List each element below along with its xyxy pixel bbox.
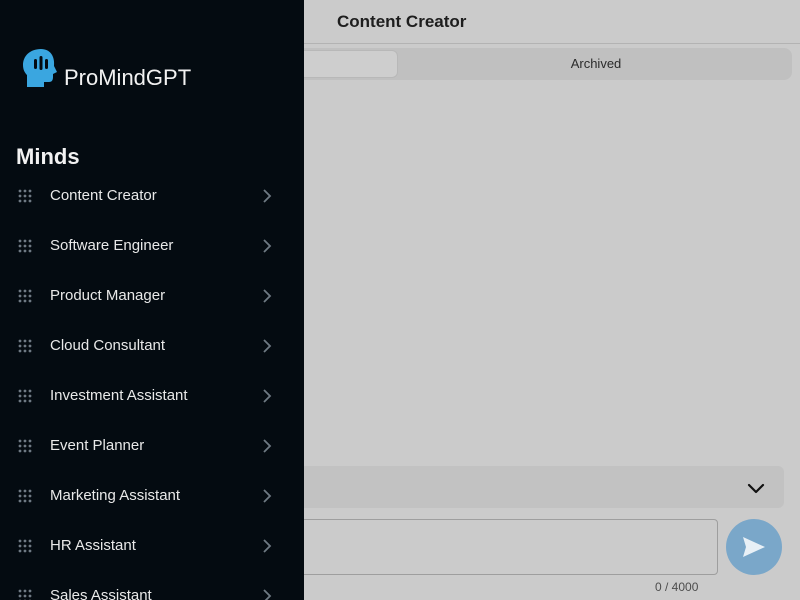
sidebar-item-investment-assistant[interactable]: Investment Assistant bbox=[0, 371, 304, 421]
grip-icon bbox=[18, 389, 32, 403]
sidebar-item-label: Investment Assistant bbox=[50, 387, 188, 404]
sidebar-item-hr-assistant[interactable]: HR Assistant bbox=[0, 521, 304, 571]
character-counter: 0 / 4000 bbox=[655, 580, 699, 594]
sidebar-item-label: HR Assistant bbox=[50, 537, 136, 554]
grip-icon bbox=[18, 589, 32, 600]
chevron-right-icon bbox=[263, 489, 272, 503]
grip-icon bbox=[18, 539, 32, 553]
chevron-right-icon bbox=[263, 289, 272, 303]
tab-active[interactable] bbox=[296, 50, 398, 78]
prompt-dropdown[interactable] bbox=[290, 466, 784, 508]
sidebar-item-cloud-consultant[interactable]: Cloud Consultant bbox=[0, 321, 304, 371]
send-button[interactable] bbox=[726, 519, 782, 575]
sidebar-item-event-planner[interactable]: Event Planner bbox=[0, 421, 304, 471]
sidebar-item-marketing-assistant[interactable]: Marketing Assistant bbox=[0, 471, 304, 521]
send-icon bbox=[743, 537, 765, 557]
chevron-right-icon bbox=[263, 189, 272, 203]
chevron-right-icon bbox=[263, 239, 272, 253]
sidebar: ProMindGPT Minds Content Creator Softwar… bbox=[0, 0, 304, 600]
minds-list: Content Creator Software Engineer Produc… bbox=[0, 171, 304, 600]
brand: ProMindGPT bbox=[22, 48, 192, 90]
sidebar-item-label: Marketing Assistant bbox=[50, 487, 181, 504]
sidebar-item-sales-assistant[interactable]: Sales Assistant bbox=[0, 571, 304, 600]
brand-name: ProMindGPT bbox=[64, 65, 192, 90]
sidebar-item-content-creator[interactable]: Content Creator bbox=[0, 171, 304, 221]
sidebar-item-label: Content Creator bbox=[50, 187, 157, 204]
chevron-right-icon bbox=[263, 339, 272, 353]
chevron-right-icon bbox=[263, 589, 272, 600]
sidebar-item-label: Cloud Consultant bbox=[50, 337, 166, 354]
chevron-right-icon bbox=[263, 389, 272, 403]
section-title: Minds bbox=[16, 144, 80, 169]
sidebar-item-label: Software Engineer bbox=[50, 237, 174, 254]
grip-icon bbox=[18, 489, 32, 503]
grip-icon bbox=[18, 339, 32, 353]
chevron-right-icon bbox=[263, 539, 272, 553]
sidebar-item-product-manager[interactable]: Product Manager bbox=[0, 271, 304, 321]
sidebar-item-label: Product Manager bbox=[50, 287, 166, 304]
head-icon bbox=[23, 49, 57, 87]
grip-icon bbox=[18, 239, 32, 253]
grip-icon bbox=[18, 289, 32, 303]
page-title: Content Creator bbox=[337, 12, 467, 31]
tab-archived[interactable]: Archived bbox=[400, 48, 792, 80]
sidebar-item-label: Event Planner bbox=[50, 437, 145, 454]
grip-icon bbox=[18, 439, 32, 453]
chevron-right-icon bbox=[263, 439, 272, 453]
sidebar-item-software-engineer[interactable]: Software Engineer bbox=[0, 221, 304, 271]
chevron-down-icon bbox=[747, 483, 765, 494]
grip-icon bbox=[18, 189, 32, 203]
message-input[interactable] bbox=[290, 519, 718, 575]
chat-tabs: Archived bbox=[296, 48, 792, 80]
sidebar-item-label: Sales Assistant bbox=[50, 587, 152, 600]
